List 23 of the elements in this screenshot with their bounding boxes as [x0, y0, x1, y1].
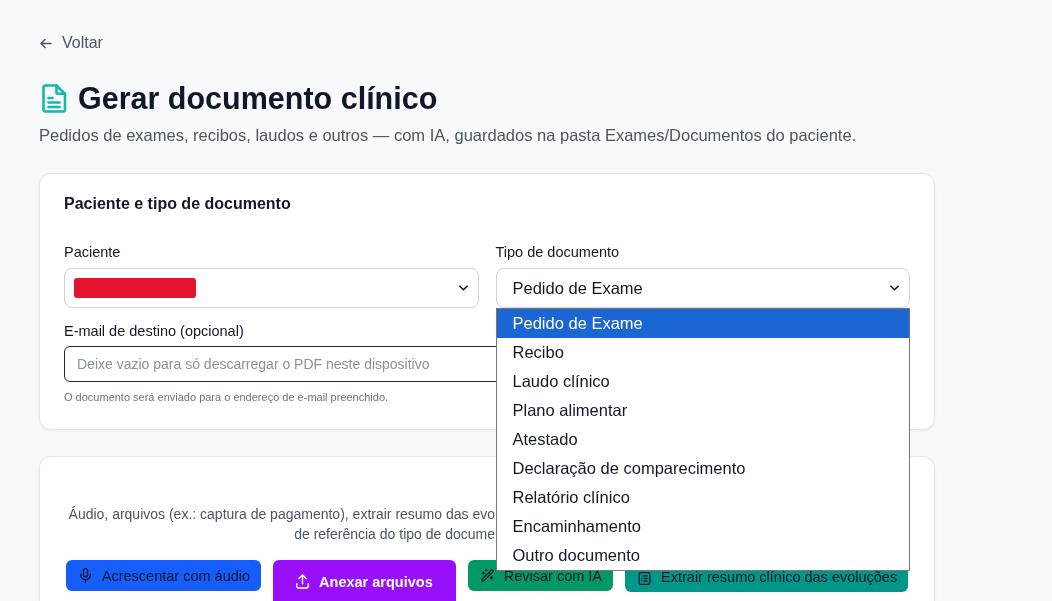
magic-wand-icon: [480, 568, 494, 583]
upload-icon: [296, 574, 310, 589]
field-label: E-mail de destino (opcional): [64, 322, 244, 340]
back-arrow-icon: [40, 37, 52, 49]
chevron-down-icon: [890, 285, 899, 291]
card-title: Paciente e tipo de documento: [64, 194, 291, 214]
page-title: Gerar documento clínico: [78, 81, 438, 115]
microphone-icon: [78, 568, 92, 583]
description-text: Áudio, arquivos (ex.: captura de pagamento), extrair resumo das evo de referência do tipo de docume: [67, 505, 495, 544]
chevron-down-icon: [458, 285, 468, 291]
document-type-select[interactable]: Pedido de Exame: [495, 268, 910, 308]
page-subtitle: Pedidos de exames, recibos, laudos e outros — com IA, guardados na pasta Exames/Documentos do paciente.: [39, 125, 857, 145]
patient-select[interactable]: [64, 268, 479, 308]
list-icon: [638, 572, 652, 585]
summary-button[interactable]: Extrair resumo clínico das evoluções: [625, 571, 909, 592]
document-icon: [42, 83, 67, 113]
dropdown-option[interactable]: Pedido de Exame: [496, 309, 909, 338]
upload-button[interactable]: Anexar arquivos: [273, 560, 456, 601]
field-label: Paciente: [64, 243, 121, 261]
field-label: Tipo de documento: [495, 243, 620, 261]
back-link[interactable]: Voltar: [40, 33, 103, 53]
helper-text: O documento será enviado para o endereço de e-mail preenchido.: [64, 390, 389, 404]
email-input[interactable]: Deixe vazio para só descarregar o PDF neste dispositivo: [64, 346, 497, 382]
